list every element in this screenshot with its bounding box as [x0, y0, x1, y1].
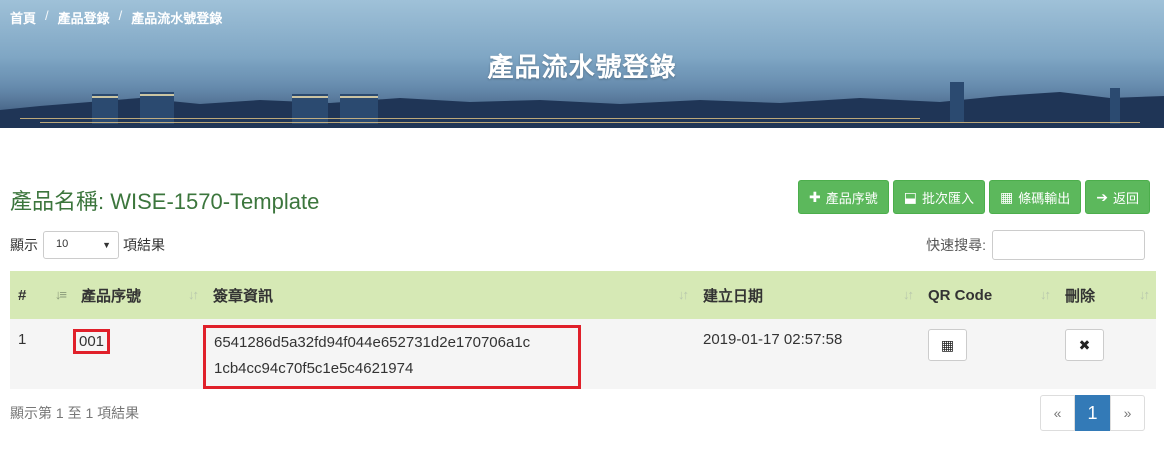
pagination-page-current[interactable]: 1: [1075, 395, 1110, 431]
close-icon: ✖: [1078, 336, 1091, 353]
serial-table: # ↓≡ 產品序號 ↓↑ 簽章資訊 ↓↑ 建立日期 ↓↑ QR Code ↓↑ 刪除 ↓↑ …: [10, 271, 1156, 389]
qrcode-icon: ▦: [940, 336, 955, 353]
breadcrumb-current: 產品流水號登錄: [131, 11, 223, 26]
serial-value: 001: [73, 329, 111, 354]
chevron-down-icon: ▼: [102, 240, 111, 250]
breadcrumb: 首頁 / 產品登錄 / 產品流水號登錄: [10, 8, 222, 27]
back-label: 返回: [1112, 190, 1139, 206]
sort-asc-icon: ↓≡: [54, 287, 67, 302]
pagination-prev[interactable]: «: [1040, 395, 1075, 431]
barcode-export-button[interactable]: ▦ 條碼輸出: [989, 180, 1082, 214]
breadcrumb-separator: /: [118, 8, 123, 23]
signature-line: 1cb4cc94c70f5c1e5c4621974: [214, 360, 414, 377]
sort-icon: ↓↑: [1040, 287, 1051, 302]
created-date: 2019-01-17 02:57:58: [703, 331, 843, 348]
arrow-right-icon: ➔: [1096, 188, 1108, 205]
pagination-next[interactable]: »: [1110, 395, 1145, 431]
search-label: 快速搜尋:: [926, 237, 986, 253]
column-header-created[interactable]: 建立日期 ↓↑: [695, 271, 920, 319]
signature-value: 6541286d5a32fd94f044e652731d2e170706a1c …: [203, 325, 581, 389]
action-toolbar: ✚ 產品序號 ⬓ 批次匯入 ▦ 條碼輸出 ➔ 返回: [798, 180, 1150, 214]
barcode-export-label: 條碼輸出: [1018, 190, 1071, 206]
sort-icon: ↓↑: [188, 287, 199, 302]
product-name-value: WISE-1570-Template: [110, 189, 320, 214]
delete-button[interactable]: ✖: [1065, 329, 1104, 361]
page-length-select[interactable]: 10 ▼: [43, 231, 119, 259]
signature-line: 6541286d5a32fd94f044e652731d2e170706a1c: [214, 334, 531, 351]
sort-icon: ↓↑: [1139, 287, 1150, 302]
add-serial-label: 產品序號: [825, 190, 878, 206]
column-header-signature[interactable]: 簽章資訊 ↓↑: [205, 271, 695, 319]
page-length-value: 10: [56, 238, 69, 250]
page-title: 產品流水號登錄: [487, 52, 677, 82]
column-header-serial[interactable]: 產品序號 ↓↑: [73, 271, 205, 319]
table-row: 1 001 6541286d5a32fd94f044e652731d2e1707…: [10, 319, 1156, 389]
column-header-qrcode[interactable]: QR Code ↓↑: [920, 271, 1057, 319]
batch-import-label: 批次匯入: [921, 190, 974, 206]
sort-icon: ↓↑: [678, 287, 689, 302]
plus-icon: ✚: [809, 188, 821, 205]
column-header-index[interactable]: # ↓≡: [10, 271, 73, 319]
qrcode-button[interactable]: ▦: [928, 329, 967, 361]
batch-import-button[interactable]: ⬓ 批次匯入: [892, 180, 985, 214]
back-button[interactable]: ➔ 返回: [1085, 180, 1150, 214]
table-header-row: # ↓≡ 產品序號 ↓↑ 簽章資訊 ↓↑ 建立日期 ↓↑ QR Code ↓↑ 刪除 ↓↑: [10, 271, 1156, 319]
length-suffix: 項結果: [123, 237, 165, 253]
search-control: 快速搜尋:: [926, 230, 1145, 260]
length-prefix: 顯示: [10, 237, 38, 253]
qrcode-icon: ▦: [1000, 188, 1014, 205]
product-name-label: 產品名稱:: [10, 189, 111, 214]
column-header-delete[interactable]: 刪除 ↓↑: [1057, 271, 1156, 319]
breadcrumb-separator: /: [45, 8, 49, 23]
upload-icon: ⬓: [903, 188, 917, 205]
breadcrumb-home-link[interactable]: 首頁: [10, 8, 36, 27]
search-input[interactable]: [992, 230, 1145, 260]
product-name-heading: 產品名稱: WISE-1570-Template: [10, 184, 319, 216]
table-info: 顯示第 1 至 1 項結果: [10, 405, 140, 421]
breadcrumb-product-reg-link[interactable]: 產品登錄: [58, 8, 110, 27]
header-banner: 首頁 / 產品登錄 / 產品流水號登錄 產品流水號登錄: [0, 0, 1164, 128]
pagination: « 1 »: [1040, 395, 1145, 431]
page-length-control: 顯示 10 ▼ 項結果: [10, 231, 165, 259]
sort-icon: ↓↑: [903, 287, 914, 302]
row-index: 1: [18, 331, 27, 348]
add-serial-button[interactable]: ✚ 產品序號: [798, 180, 889, 214]
